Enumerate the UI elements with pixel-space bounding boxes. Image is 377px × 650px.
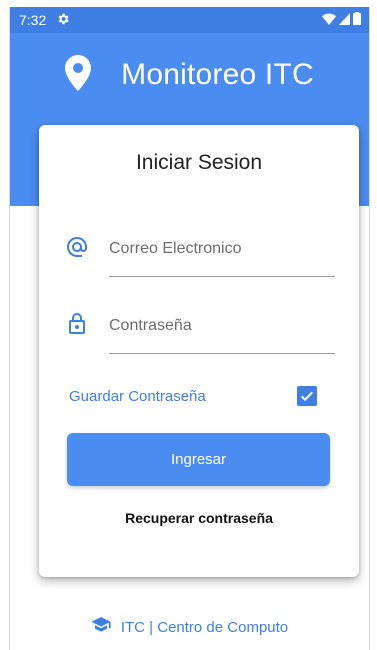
footer: ITC | Centro de Computo bbox=[10, 615, 369, 639]
status-bar: 7:32 bbox=[10, 7, 369, 33]
battery-icon bbox=[353, 12, 361, 28]
recover-password-link[interactable]: Recuperar contraseña bbox=[39, 510, 359, 526]
login-title: Iniciar Sesion bbox=[135, 151, 263, 174]
remember-password-row: Guardar Contraseña bbox=[69, 384, 317, 408]
status-icons bbox=[322, 12, 361, 28]
gear-icon bbox=[56, 12, 70, 29]
email-input[interactable] bbox=[109, 229, 335, 269]
remember-password-checkbox[interactable] bbox=[297, 386, 317, 406]
graduation-cap-icon bbox=[91, 616, 111, 638]
at-icon bbox=[65, 235, 89, 259]
password-underline bbox=[109, 353, 335, 354]
login-button[interactable]: Ingresar bbox=[67, 433, 330, 486]
email-field-group bbox=[65, 229, 335, 279]
app-screen: 7:32 Monitoreo ITC Iniciar Sesion Correo… bbox=[9, 7, 370, 650]
remember-password-label[interactable]: Guardar Contraseña bbox=[69, 388, 206, 405]
status-time: 7:32 bbox=[19, 12, 47, 28]
login-card: Iniciar Sesion Guardar Contraseña Ingres… bbox=[39, 125, 359, 577]
password-field-group bbox=[65, 306, 335, 356]
email-underline bbox=[109, 276, 335, 277]
signal-icon bbox=[339, 12, 350, 28]
checkmark-icon bbox=[300, 391, 314, 402]
app-title: Monitoreo ITC bbox=[121, 58, 314, 91]
app-header: Monitoreo ITC bbox=[10, 47, 369, 103]
password-input[interactable] bbox=[109, 306, 335, 346]
wifi-icon bbox=[322, 12, 336, 28]
footer-label: ITC | Centro de Computo bbox=[120, 618, 289, 636]
lock-icon bbox=[65, 312, 89, 336]
location-pin-icon bbox=[65, 54, 92, 96]
